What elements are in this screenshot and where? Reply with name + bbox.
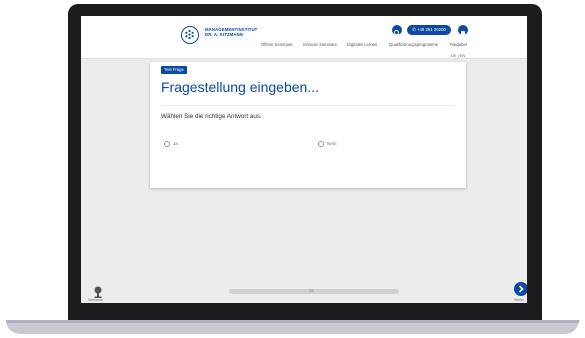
nav-qualifizierungsprogramme[interactable]: Qualifizierungsprogramme — [389, 42, 438, 47]
progress-text: 0/1 — [309, 288, 314, 293]
home-label: Startseite — [88, 298, 103, 302]
phone-button[interactable]: ✆ +49 251 20200 — [407, 25, 451, 35]
user-icon — [461, 31, 465, 35]
search-icon — [394, 30, 400, 36]
nav-inhouse-seminare[interactable]: Inhouse Seminare — [303, 42, 337, 47]
language-switcher[interactable]: DE | EN — [451, 53, 465, 58]
screen: MANAGEMENTINSTITUT DR. A. KITZMANN ✆ +49… — [81, 16, 527, 303]
logo-line-2: DR. A. KITZMANN — [205, 32, 243, 37]
answer-option-ja[interactable]: Ja — [164, 141, 178, 147]
site-header: MANAGEMENTINSTITUT DR. A. KITZMANN ✆ +49… — [81, 16, 527, 59]
answer-label: Ja — [173, 141, 178, 147]
radio-icon[interactable] — [318, 141, 324, 147]
question-card: Test Frage Fragestellung eingeben... Wäh… — [150, 62, 466, 188]
chevron-right-icon — [518, 285, 524, 293]
logo-icon[interactable] — [181, 26, 199, 44]
phone-number: +49 251 20200 — [417, 27, 446, 32]
account-button[interactable] — [458, 25, 468, 35]
laptop-base-edge — [6, 320, 579, 323]
logo-text[interactable]: MANAGEMENTINSTITUT DR. A. KITZMANN — [205, 27, 257, 37]
progress-bar — [229, 289, 399, 294]
answer-label: Nein — [327, 141, 337, 147]
nav-ratgeber[interactable]: Ratgeber — [450, 42, 467, 47]
question-instruction: Wählen Sie die richtige Antwort aus. — [161, 113, 262, 120]
radio-icon[interactable] — [164, 141, 170, 147]
next-button[interactable] — [514, 282, 527, 296]
nav-digitales-lernen[interactable]: Digitales Lernen — [347, 42, 377, 47]
question-badge: Test Frage — [161, 66, 187, 74]
nav-offene-seminare[interactable]: Offene Seminare — [261, 42, 293, 47]
divider — [161, 105, 455, 106]
question-title: Fragestellung eingeben... — [161, 79, 319, 95]
search-button[interactable] — [392, 25, 402, 36]
answer-option-nein[interactable]: Nein — [318, 141, 336, 147]
phone-icon: ✆ — [412, 27, 416, 32]
next-label: Weiter — [514, 298, 525, 302]
